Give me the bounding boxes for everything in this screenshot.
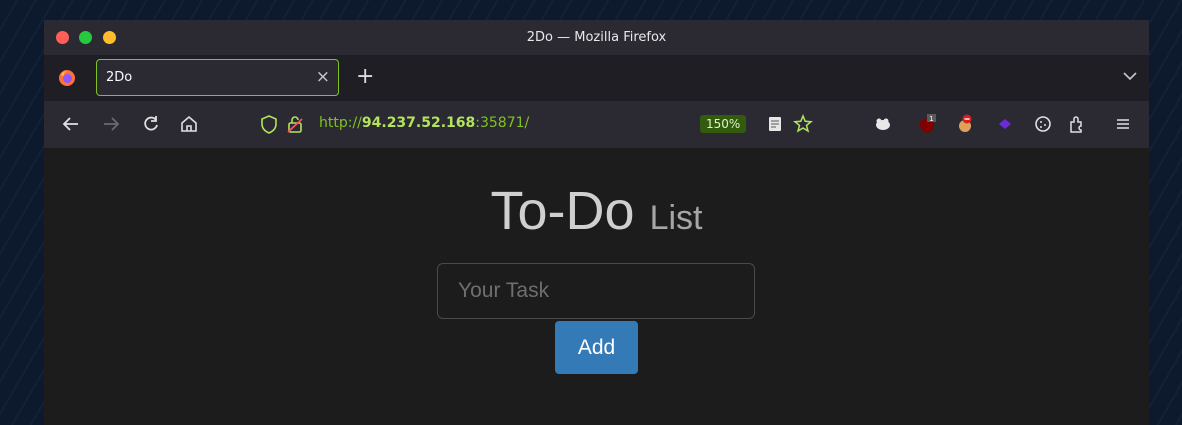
tab-bar: 2Do × + [44, 55, 1149, 101]
adblock-extension-icon[interactable] [954, 113, 976, 135]
url-path: :35871/ [475, 115, 530, 131]
extension-mouse-icon[interactable] [872, 113, 894, 135]
home-icon[interactable] [178, 113, 200, 135]
title-main: To-Do [490, 181, 635, 241]
insecure-lock-icon[interactable] [284, 113, 306, 135]
reader-view-icon[interactable] [764, 113, 786, 135]
back-arrow-icon[interactable] [60, 113, 82, 135]
tab-close-icon[interactable]: × [316, 67, 330, 87]
title-bar: 2Do — Mozilla Firefox [44, 20, 1149, 55]
zoom-level-badge[interactable]: 150% [700, 115, 747, 133]
url-host: 94.237.52.168 [361, 115, 476, 131]
task-input[interactable] [437, 263, 755, 319]
url-bar[interactable]: http://94.237.52.168:35871/ [319, 115, 529, 131]
menu-hamburger-icon[interactable] [1112, 113, 1134, 135]
reload-icon[interactable] [140, 113, 162, 135]
title-sub: List [649, 199, 703, 237]
extension-diamond-icon[interactable] [994, 113, 1016, 135]
tab-title: 2Do [106, 70, 133, 85]
extension-badge-count: 1 [929, 115, 933, 123]
shield-icon[interactable] [258, 113, 280, 135]
bookmark-star-icon[interactable] [792, 113, 814, 135]
browser-window: 2Do — Mozilla Firefox 2Do × + http://94.… [44, 20, 1149, 425]
list-all-tabs-chevron-icon[interactable] [1123, 71, 1137, 81]
ublock-origin-icon[interactable]: 1 [916, 113, 938, 135]
url-scheme: http:// [319, 115, 362, 131]
tab-2do[interactable]: 2Do × [96, 59, 339, 96]
window-title: 2Do — Mozilla Firefox [526, 30, 667, 45]
page-content: To-Do List Add [44, 148, 1149, 425]
add-button[interactable]: Add [555, 321, 638, 374]
cookie-icon[interactable] [1032, 113, 1054, 135]
extensions-puzzle-icon[interactable] [1066, 113, 1088, 135]
firefox-icon[interactable] [58, 69, 76, 87]
forward-arrow-icon[interactable] [100, 113, 122, 135]
page-title: To-Do List [44, 180, 1149, 242]
new-tab-button[interactable]: + [356, 64, 374, 89]
nav-bar: http://94.237.52.168:35871/ 150% 1 [44, 101, 1149, 148]
